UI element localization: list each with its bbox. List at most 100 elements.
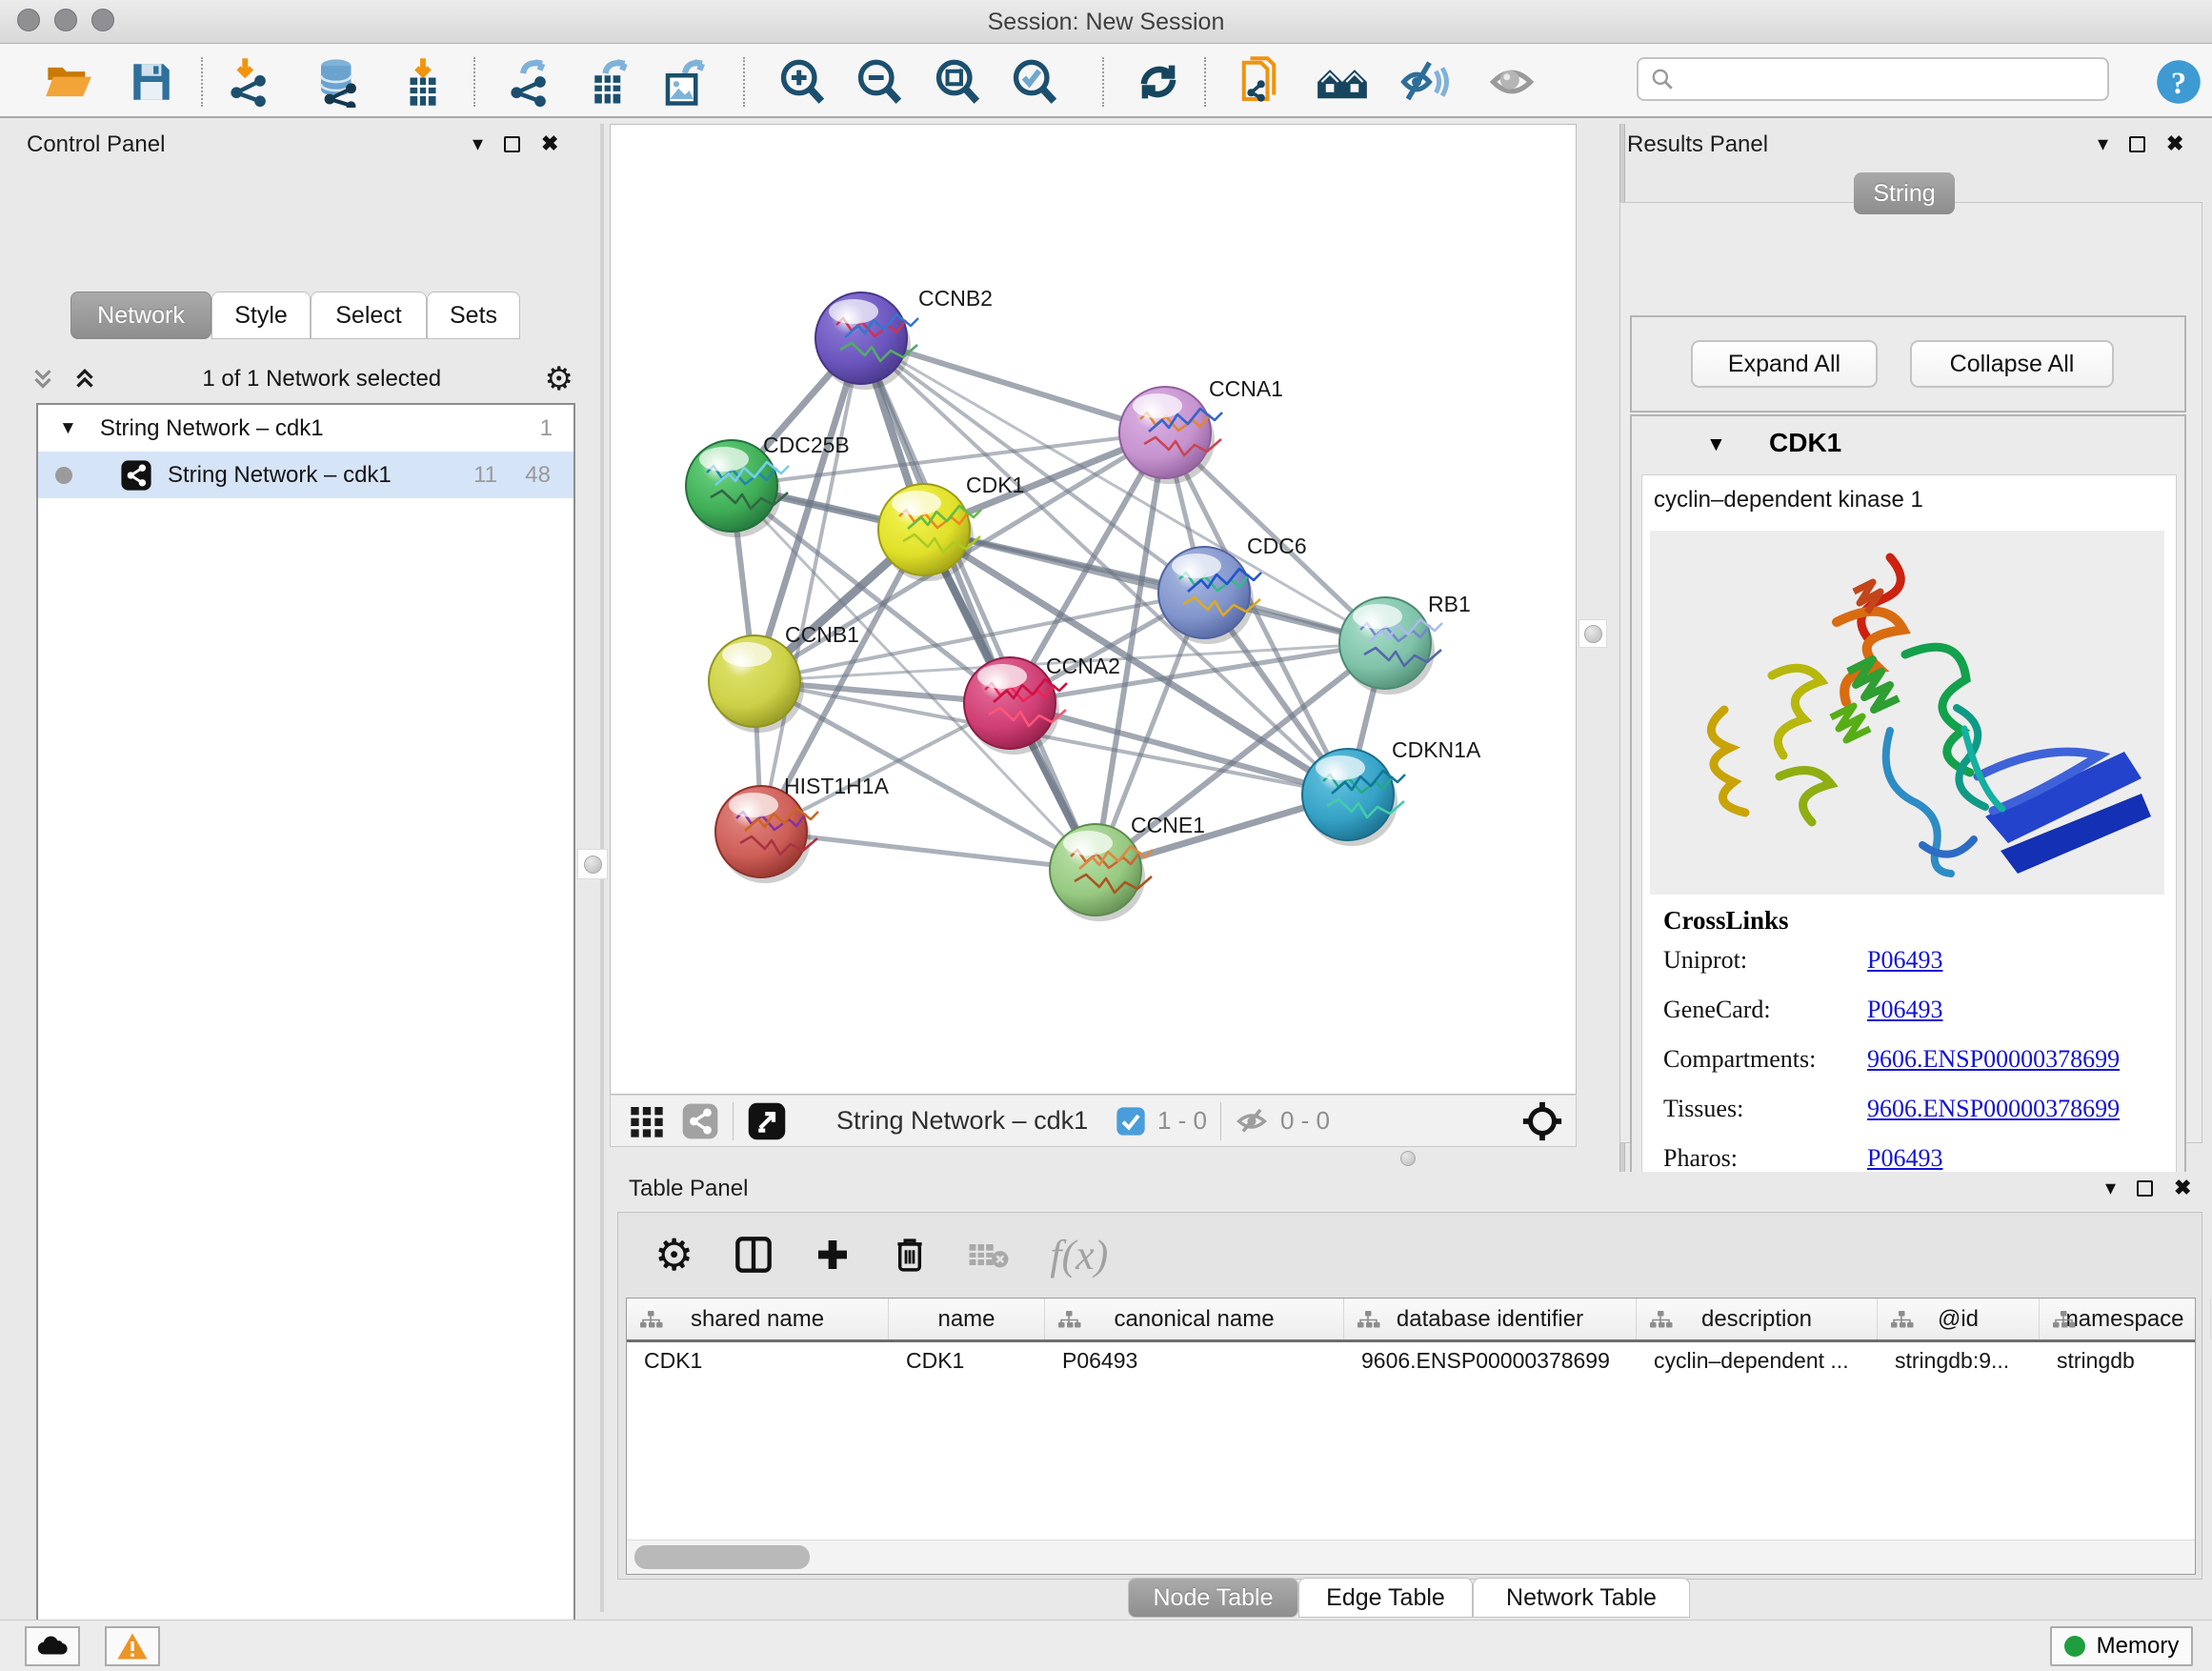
zoom-selected-button[interactable] xyxy=(1006,55,1061,109)
node-CCNE1[interactable]: CCNE1 xyxy=(1050,813,1205,921)
node-RB1[interactable]: RB1 xyxy=(1339,592,1471,695)
import-network-file-button[interactable] xyxy=(224,55,279,109)
entry-disclosure-icon[interactable]: ▼ xyxy=(1706,433,1726,456)
tab-network-table[interactable]: Network Table xyxy=(1473,1578,1690,1618)
save-session-button[interactable] xyxy=(124,55,179,109)
column-header-shared-name[interactable]: shared name xyxy=(627,1299,889,1339)
table-cell[interactable]: CDK1 xyxy=(644,1348,702,1374)
column-header-name[interactable]: name xyxy=(889,1299,1045,1339)
search-field[interactable] xyxy=(1637,57,2109,101)
column-header-namespace[interactable]: namespace xyxy=(2040,1299,2211,1339)
collection-disclosure-icon[interactable]: ▼ xyxy=(59,418,77,439)
collapse-all-tree-icon[interactable] xyxy=(70,365,99,393)
network-graph[interactable]: CCNB2CCNA1CDC25BCDK1CDC6RB1CCNB1CCNA2CDK… xyxy=(611,125,1576,1094)
collapse-panel-icon[interactable]: ▾ xyxy=(2098,133,2108,154)
collapse-all-button[interactable]: Collapse All xyxy=(1910,340,2114,388)
node-CCNA1[interactable]: CCNA1 xyxy=(1119,376,1283,484)
tab-string[interactable]: String xyxy=(1854,172,1955,214)
edge-HIST1H1A-CCNE1[interactable] xyxy=(761,832,1096,870)
crosslink-link[interactable]: 9606.ENSP00000378699 xyxy=(1867,1095,2120,1123)
grid-view-icon[interactable] xyxy=(628,1102,666,1140)
float-panel-icon[interactable] xyxy=(2137,1180,2153,1197)
column-header-canonical-name[interactable]: canonical name xyxy=(1045,1299,1344,1339)
create-column-icon[interactable] xyxy=(814,1236,852,1274)
node-HIST1H1A[interactable]: HIST1H1A xyxy=(715,774,890,883)
open-view-icon[interactable] xyxy=(747,1101,787,1141)
close-panel-icon[interactable]: ✖ xyxy=(541,133,558,154)
tab-sets[interactable]: Sets xyxy=(427,292,520,339)
zoom-fit-button[interactable] xyxy=(929,55,984,109)
zoom-in-button[interactable] xyxy=(774,55,829,109)
float-panel-icon[interactable] xyxy=(504,136,520,152)
apply-layout-button[interactable] xyxy=(1131,55,1186,109)
table-options-gear-icon[interactable]: ⚙ xyxy=(654,1233,694,1277)
column-header-database-identifier[interactable]: database identifier xyxy=(1344,1299,1637,1339)
hidden-eye-icon[interactable] xyxy=(1235,1104,1269,1138)
search-input[interactable] xyxy=(1675,66,2094,92)
export-image-button[interactable] xyxy=(657,55,713,109)
close-panel-icon[interactable]: ✖ xyxy=(2166,133,2183,154)
tab-style[interactable]: Style xyxy=(211,292,311,339)
edge-CCNB2-HIST1H1A[interactable] xyxy=(761,338,861,832)
horizontal-scrollbar[interactable] xyxy=(627,1540,2195,1574)
node-CCNA2[interactable]: CCNA2 xyxy=(964,654,1120,755)
node-CCNB2[interactable]: CCNB2 xyxy=(815,286,993,390)
tab-node-table[interactable]: Node Table xyxy=(1128,1578,1298,1618)
node-CDKN1A[interactable]: CDKN1A xyxy=(1302,737,1481,846)
table-cell[interactable]: 9606.ENSP00000378699 xyxy=(1361,1348,1610,1374)
show-glass-button[interactable] xyxy=(1484,55,1539,109)
edge-CCNB2-CCNE1[interactable] xyxy=(861,338,1096,870)
home-browser-button[interactable] xyxy=(1315,55,1370,109)
export-network-button[interactable] xyxy=(504,55,559,109)
tab-edge-table[interactable]: Edge Table xyxy=(1298,1578,1473,1618)
network-badge-gray-icon[interactable] xyxy=(681,1102,719,1140)
node-CDC6[interactable]: CDC6 xyxy=(1158,534,1307,644)
left-splitter-handle[interactable] xyxy=(577,849,608,879)
tab-select[interactable]: Select xyxy=(311,292,427,339)
table-cell[interactable]: CDK1 xyxy=(906,1348,964,1374)
network-status-dot-icon xyxy=(55,467,72,484)
column-header--id[interactable]: @id xyxy=(1878,1299,2040,1339)
zoom-out-button[interactable] xyxy=(851,55,906,109)
import-table-file-button[interactable] xyxy=(395,55,451,109)
node-table[interactable]: shared namenamecanonical namedatabase id… xyxy=(626,1298,2196,1575)
network-options-gear-icon[interactable]: ⚙ xyxy=(545,363,573,395)
houses-icon xyxy=(1316,55,1369,109)
table-cell[interactable]: cyclin–dependent ... xyxy=(1654,1348,1849,1374)
collapse-panel-icon[interactable]: ▾ xyxy=(473,133,483,154)
network-collection-row[interactable]: ▼ String Network – cdk1 1 xyxy=(38,405,573,452)
scrollbar-thumb[interactable] xyxy=(634,1545,810,1569)
show-columns-icon[interactable] xyxy=(734,1236,774,1274)
crosslink-link[interactable]: P06493 xyxy=(1867,1144,1942,1173)
right-splitter-handle[interactable] xyxy=(1579,619,1607,648)
network-canvas[interactable]: CCNB2CCNA1CDC25BCDK1CDC6RB1CCNB1CCNA2CDK… xyxy=(610,124,1577,1095)
crosslink-link[interactable]: P06493 xyxy=(1867,946,1942,975)
export-table-button[interactable] xyxy=(582,55,637,109)
table-cell[interactable]: stringdb xyxy=(2057,1348,2135,1374)
cloud-button[interactable] xyxy=(25,1626,80,1666)
memory-button[interactable]: Memory xyxy=(2050,1626,2193,1666)
node-CDK1[interactable]: CDK1 xyxy=(878,473,1024,581)
column-header-description[interactable]: description xyxy=(1637,1299,1878,1339)
table-cell[interactable]: P06493 xyxy=(1062,1348,1137,1374)
close-panel-icon[interactable]: ✖ xyxy=(2174,1178,2191,1198)
crosslink-link[interactable]: 9606.ENSP00000378699 xyxy=(1867,1045,2120,1074)
help-button[interactable]: ? xyxy=(2151,55,2206,109)
table-cell[interactable]: stringdb:9... xyxy=(1895,1348,2009,1374)
tab-network[interactable]: Network xyxy=(70,292,211,339)
string-import-button[interactable] xyxy=(1236,55,1291,109)
hide-glass-button[interactable] xyxy=(1398,55,1453,109)
birdseye-crosshair-icon[interactable] xyxy=(1520,1099,1564,1143)
float-panel-icon[interactable] xyxy=(2129,136,2145,152)
crosslink-link[interactable]: P06493 xyxy=(1867,996,1942,1024)
expand-all-button[interactable]: Expand All xyxy=(1691,340,1878,388)
network-row[interactable]: String Network – cdk1 11 48 xyxy=(38,452,573,498)
warnings-button[interactable] xyxy=(105,1626,160,1666)
delete-column-icon[interactable] xyxy=(892,1235,928,1275)
open-session-button[interactable] xyxy=(41,55,96,109)
collapse-panel-icon[interactable]: ▾ xyxy=(2105,1178,2116,1198)
selected-checkbox-icon[interactable] xyxy=(1116,1106,1146,1137)
expand-all-tree-icon[interactable] xyxy=(29,365,57,393)
horizontal-splitter-handle[interactable] xyxy=(1393,1149,1423,1168)
import-network-database-button[interactable] xyxy=(311,55,366,109)
